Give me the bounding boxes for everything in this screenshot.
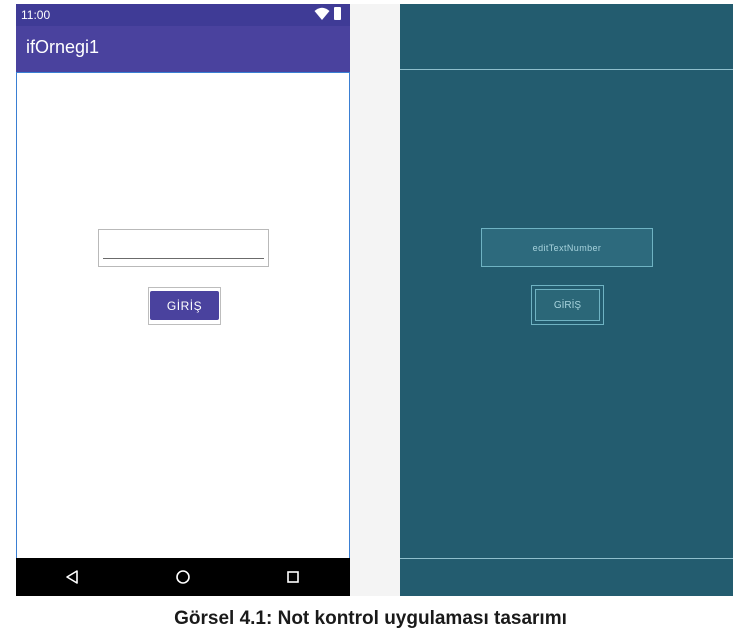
design-preview: 11:00 ifOrnegi1 GİRİŞ — [16, 4, 350, 596]
wifi-icon — [314, 7, 330, 20]
blueprint-preview: editTextNumber GİRİŞ — [400, 4, 733, 596]
home-icon[interactable] — [175, 569, 191, 585]
app-title: ifOrnegi1 — [26, 37, 100, 57]
status-time: 11:00 — [21, 8, 51, 22]
blueprint-edit-text[interactable]: editTextNumber — [481, 228, 653, 267]
blueprint-navbar-divider — [400, 558, 733, 559]
battery-icon — [334, 7, 341, 20]
giris-button[interactable]: GİRİŞ — [150, 291, 219, 320]
app-bar: ifOrnegi1 — [16, 26, 350, 72]
blueprint-button-bounds: GİRİŞ — [531, 285, 604, 325]
status-bar: 11:00 — [16, 4, 350, 26]
input-underline — [103, 258, 264, 259]
figure-caption: Görsel 4.1: Not kontrol uygulaması tasar… — [174, 608, 567, 629]
navigation-bar — [16, 558, 350, 596]
layout-canvas: GİRİŞ — [16, 72, 350, 560]
back-icon[interactable] — [65, 569, 79, 585]
blueprint-button[interactable]: GİRİŞ — [535, 289, 600, 321]
recents-icon[interactable] — [286, 570, 300, 584]
button-bounds: GİRİŞ — [148, 287, 221, 325]
blueprint-appbar-divider — [400, 69, 733, 70]
number-input[interactable] — [98, 229, 269, 267]
canvas-gap — [350, 4, 400, 596]
